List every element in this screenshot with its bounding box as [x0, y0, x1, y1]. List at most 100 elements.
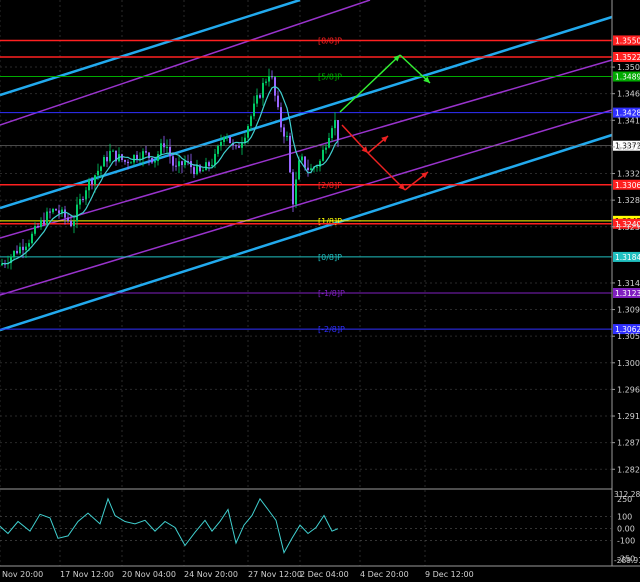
price-tick-label: 1.3460 [617, 90, 640, 99]
candle-body [202, 170, 204, 172]
candle-body [217, 145, 219, 154]
candle-body [88, 179, 90, 191]
candle-body [238, 146, 240, 148]
murrey-level-label: [2/8]P [318, 181, 342, 190]
price-tick-label: 1.3235 [617, 223, 640, 232]
candle-body [310, 168, 312, 171]
candle-body [235, 145, 237, 147]
candle-body [16, 250, 18, 254]
candle-body [13, 250, 15, 257]
price-tick-label: 1.3005 [617, 359, 640, 368]
candle-body [91, 179, 93, 185]
candle-body [46, 211, 48, 225]
candle-body [226, 136, 228, 138]
candle-body [34, 225, 36, 234]
candle-body [94, 175, 96, 185]
candle-body [289, 135, 291, 173]
time-axis: Nov 20:00 17 Nov 12:00 20 Nov 04:00 24 Nov … [2, 570, 474, 579]
price-tick-label: 1.2960 [617, 385, 640, 394]
candle-body [169, 146, 171, 157]
time-tick-label: 2 Dec 04:00 [300, 570, 349, 579]
candle-body [76, 204, 78, 222]
candle-body [106, 157, 108, 162]
time-tick-label: Nov 20:00 [2, 570, 43, 579]
candle-body [79, 199, 81, 205]
candle-body [28, 243, 30, 247]
candle-body [214, 153, 216, 165]
candle-body [322, 149, 324, 161]
chart-svg: [8/8]P 1.35501.3522[5/8]P 1.34891.3428[2/8… [0, 0, 640, 582]
candle-body [181, 161, 183, 166]
candle-body [325, 147, 327, 150]
candle-body [328, 137, 330, 148]
candle-body [67, 217, 69, 221]
candle-body [124, 159, 126, 162]
murrey-price-tag-label: 1.3489 [615, 73, 640, 82]
candle-body [19, 246, 21, 254]
price-tick-label: 1.3370 [617, 143, 640, 152]
candle-body [154, 161, 156, 163]
candle-body [211, 164, 213, 166]
murrey-price-tag-label: 1.3306 [615, 181, 640, 190]
time-tick-label: 20 Nov 04:00 [122, 570, 176, 579]
candle-body [142, 151, 144, 159]
candle-body [37, 225, 39, 227]
cci-tick-label: -100 [617, 537, 635, 546]
price-tick-label: 1.2870 [617, 439, 640, 448]
candle-body [205, 162, 207, 171]
chart-root: [8/8]P 1.3550 1.3522 [5/8]P 1.3489 1.3428 [2/8… [0, 0, 640, 582]
candle-body [301, 156, 303, 161]
murrey-price-tag-label: 1.3184 [615, 253, 640, 262]
candle-body [259, 95, 261, 98]
candle-body [109, 150, 111, 162]
cci-top-label: 312.2872 [614, 490, 640, 499]
candle-body [103, 157, 105, 167]
candle-body [73, 221, 75, 227]
candle-body [334, 120, 336, 129]
candle-body [43, 220, 45, 225]
time-tick-label: 24 Nov 20:00 [184, 570, 238, 579]
candle-body [229, 136, 231, 143]
candle-body [283, 127, 285, 137]
candle-body [268, 76, 270, 82]
candle-body [256, 95, 258, 104]
candle-body [250, 116, 252, 126]
price-tick-label: 1.3505 [617, 63, 640, 72]
candle-body [25, 246, 27, 251]
candle-body [133, 154, 135, 163]
murrey-price-tag-label: 1.3123 [615, 289, 640, 298]
candle-body [337, 120, 339, 141]
candle-body [112, 150, 114, 152]
price-tick-label: 1.3095 [617, 306, 640, 315]
candle-body [262, 82, 264, 98]
candle-body [253, 103, 255, 117]
murrey-level-label: [-1/8]P [318, 289, 345, 298]
candle-body [277, 95, 279, 108]
candle-body [208, 162, 210, 166]
candle-body [241, 142, 243, 148]
candle-body [52, 208, 54, 213]
time-tick-label: 27 Nov 12:00 [248, 570, 302, 579]
candle-body [97, 170, 99, 176]
candle-body [265, 81, 267, 83]
candle-body [145, 151, 147, 153]
price-tick-label: 1.2915 [617, 412, 640, 421]
candle-body [70, 220, 72, 227]
candle-body [82, 199, 84, 201]
candle-body [175, 165, 177, 167]
candle-body [130, 162, 132, 164]
candle-body [286, 135, 288, 137]
candle-body [31, 233, 33, 244]
time-tick-label: 4 Dec 20:00 [360, 570, 409, 579]
murrey-price-tag-label: 1.3550 [615, 36, 640, 45]
candle-body [307, 167, 309, 171]
price-tick-label: 1.3415 [617, 116, 640, 125]
price-tick-label: 1.3140 [617, 279, 640, 288]
candle-body [193, 167, 195, 175]
candle-body [151, 158, 153, 163]
candle-body [271, 76, 273, 78]
candle-body [178, 161, 180, 167]
murrey-level-label: [0/8]P [318, 253, 342, 262]
candle-body [184, 161, 186, 166]
price-tick-label: 1.3280 [617, 196, 640, 205]
